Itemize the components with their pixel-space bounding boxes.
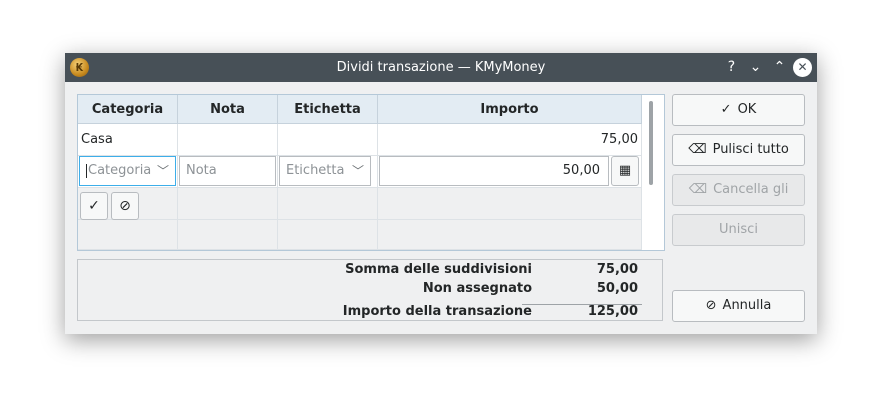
text-cursor [86, 163, 87, 178]
edit-row-amount-cell: 50,00 ▦ [378, 156, 642, 188]
edit-row-tag-cell: Etichetta ﹀ [278, 156, 378, 188]
empty-cell [378, 220, 642, 250]
merge-button[interactable]: Unisci [672, 214, 805, 246]
empty-cell [278, 220, 378, 250]
note-field[interactable]: Nota [179, 156, 276, 186]
chevron-down-icon[interactable]: ﹀ [352, 157, 364, 185]
split-transaction-dialog: ₭ Dividi transazione — KMyMoney ? ⌄ ⌃ ✕ … [65, 53, 817, 334]
edit-row-note-cell: Nota [178, 156, 278, 188]
clear-all-label: Pulisci tutto [712, 142, 789, 157]
window-title: Dividi transazione — KMyMoney [336, 60, 546, 75]
unassigned-label: Non assegnato [422, 281, 532, 296]
maximize-button[interactable]: ⌃ [770, 58, 789, 77]
tag-placeholder: Etichetta [286, 163, 345, 178]
unassigned-value: 50,00 [596, 281, 638, 296]
help-button[interactable]: ? [722, 58, 741, 77]
edit-row-category-cell: Categoria ﹀ [78, 156, 178, 188]
header-amount[interactable]: Importo [378, 95, 642, 124]
amount-field[interactable]: 50,00 [379, 156, 609, 186]
backspace-icon: ⌫ [688, 182, 708, 197]
check-icon: ✓ [720, 102, 732, 117]
category-combo[interactable]: Categoria ﹀ [79, 156, 176, 186]
empty-cell [178, 188, 278, 220]
splits-sum-label: Somma delle suddivisioni [345, 262, 532, 277]
row-note-cell[interactable] [178, 124, 278, 156]
backspace-icon: ⌫ [688, 142, 707, 157]
title-bar: ₭ Dividi transazione — KMyMoney ? ⌄ ⌃ ✕ [65, 53, 817, 82]
empty-cell [78, 220, 178, 250]
chevron-down-icon[interactable]: ﹀ [157, 157, 169, 185]
header-tag[interactable]: Etichetta [278, 95, 378, 124]
summary-panel: Somma delle suddivisioni 75,00 Non asseg… [77, 259, 663, 321]
cancel-label: Annulla [722, 298, 772, 313]
close-button[interactable]: ✕ [793, 58, 812, 77]
empty-cell [378, 188, 642, 220]
ok-label: OK [737, 102, 757, 117]
header-category[interactable]: Categoria [78, 95, 178, 124]
row-tag-cell[interactable] [278, 124, 378, 156]
confirm-split-button[interactable]: ✓ [80, 192, 108, 220]
row-category-cell[interactable]: Casa [78, 124, 178, 156]
splits-sum-value: 75,00 [596, 262, 638, 277]
cancel-split-button[interactable]: ⊘ [111, 192, 139, 220]
empty-cell [278, 188, 378, 220]
vertical-scrollbar[interactable] [649, 101, 653, 185]
header-note[interactable]: Nota [178, 95, 278, 124]
transaction-amount-value: 125,00 [587, 304, 638, 319]
minimize-button[interactable]: ⌄ [746, 58, 765, 77]
empty-cell [178, 220, 278, 250]
cancel-icon: ⊘ [705, 298, 717, 313]
cancel-button[interactable]: ⊘ Annulla [672, 290, 805, 322]
category-placeholder: Categoria [88, 163, 152, 178]
splits-table: Categoria Nota Etichetta Importo Casa 75… [77, 94, 665, 251]
row-amount-cell[interactable]: 75,00 [378, 124, 642, 156]
tag-combo[interactable]: Etichetta ﹀ [279, 156, 371, 186]
transaction-amount-label: Importo della transazione [342, 304, 532, 319]
clear-zero-button[interactable]: ⌫Cancella gli zero [672, 174, 805, 227]
calculator-icon[interactable]: ▦ [611, 156, 639, 186]
clear-all-button[interactable]: ⌫ Pulisci tutto [672, 134, 805, 166]
ok-button[interactable]: ✓ OK [672, 94, 805, 126]
